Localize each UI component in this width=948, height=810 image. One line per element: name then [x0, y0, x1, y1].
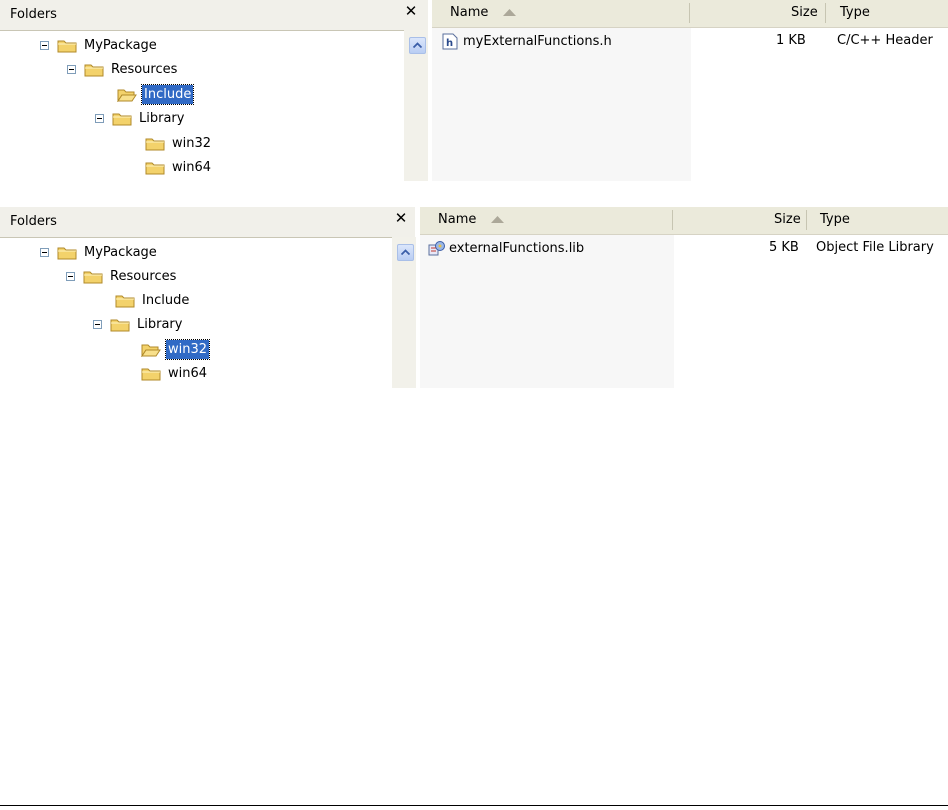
tree-label: Resources — [110, 268, 177, 284]
folders-title: Folders — [10, 7, 57, 22]
folders-pane-header: Folders ✕ — [0, 0, 428, 31]
tree-label: win64 — [172, 159, 212, 175]
folder-icon — [83, 269, 103, 284]
tree-item-mypackage[interactable]: MyPackage — [40, 241, 159, 263]
tree-label-selected: Include — [140, 83, 195, 105]
tree-label-selected: win32 — [164, 338, 211, 360]
collapse-icon[interactable] — [67, 64, 76, 74]
tree-label: MyPackage — [84, 244, 157, 260]
folder-icon — [84, 62, 104, 77]
tree-item-win32[interactable]: win32 — [145, 132, 213, 154]
tree-item-resources[interactable]: Resources — [66, 265, 178, 287]
file-size: 1 KB — [776, 33, 806, 48]
scroll-up-button[interactable] — [409, 37, 426, 54]
folder-icon — [145, 136, 165, 151]
list-header: Name Size Type — [420, 207, 948, 235]
folder-icon — [115, 293, 135, 308]
column-divider[interactable] — [672, 210, 673, 230]
scroll-up-button[interactable] — [397, 244, 414, 261]
bottom-divider — [0, 805, 948, 806]
folder-tree: MyPackage Resources Include Library win3… — [0, 238, 392, 388]
folder-icon — [112, 111, 132, 126]
column-divider[interactable] — [825, 3, 826, 23]
folders-pane-header: Folders ✕ — [0, 207, 415, 238]
tree-label: Library — [137, 316, 183, 332]
chevron-up-icon — [401, 249, 410, 255]
tree-item-win64[interactable]: win64 — [141, 362, 209, 384]
folder-icon — [110, 317, 130, 332]
collapse-icon[interactable] — [40, 40, 49, 50]
folder-icon — [57, 38, 77, 53]
folder-tree: MyPackage Resources Include Library win3… — [0, 31, 404, 181]
folders-title: Folders — [10, 214, 57, 229]
svg-text:h: h — [446, 38, 453, 49]
header-file-icon: h — [442, 33, 458, 50]
column-header-name[interactable]: Name — [438, 212, 504, 227]
column-header-type[interactable]: Type — [840, 5, 870, 20]
file-name: externalFunctions.lib — [449, 240, 585, 256]
sort-ascending-icon — [502, 9, 516, 16]
tree-item-include[interactable]: Include — [117, 83, 195, 105]
column-header-name[interactable]: Name — [450, 5, 516, 20]
tree-item-win32[interactable]: win32 — [141, 338, 211, 360]
file-size: 5 KB — [769, 240, 799, 255]
tree-label: Resources — [111, 61, 178, 77]
column-divider[interactable] — [806, 210, 807, 230]
tree-label: Include — [142, 292, 190, 308]
close-folders-button[interactable]: ✕ — [403, 3, 419, 19]
collapse-icon[interactable] — [40, 247, 49, 257]
file-row[interactable]: h myExternalFunctions.h — [442, 31, 612, 51]
folder-icon — [145, 160, 165, 175]
collapse-icon[interactable] — [95, 113, 104, 123]
folder-open-icon — [141, 342, 161, 357]
column-header-type[interactable]: Type — [820, 212, 850, 227]
folder-open-icon — [117, 87, 137, 102]
tree-item-resources[interactable]: Resources — [67, 58, 179, 80]
file-name: myExternalFunctions.h — [463, 33, 612, 49]
column-name-label: Name — [438, 212, 477, 227]
column-header-size[interactable]: Size — [791, 5, 818, 20]
explorer-panel-win32: Folders ✕ MyPackage Resources Include Li… — [0, 207, 948, 388]
tree-item-mypackage[interactable]: MyPackage — [40, 34, 159, 56]
collapse-icon[interactable] — [93, 319, 102, 329]
tree-label: MyPackage — [84, 37, 157, 53]
column-name-label: Name — [450, 5, 489, 20]
file-type: Object File Library — [816, 240, 934, 255]
folder-icon — [57, 245, 77, 260]
explorer-panel-include: Folders ✕ MyPackage Resources Include Li… — [0, 0, 948, 181]
tree-item-win64[interactable]: win64 — [145, 156, 213, 178]
tree-item-library[interactable]: Library — [95, 107, 186, 129]
sort-ascending-icon — [490, 216, 504, 223]
tree-item-library[interactable]: Library — [93, 313, 184, 335]
folder-icon — [141, 366, 161, 381]
column-header-size[interactable]: Size — [774, 212, 801, 227]
tree-label: win64 — [168, 365, 208, 381]
tree-scrollbar[interactable] — [392, 237, 416, 388]
file-type: C/C++ Header — [837, 33, 933, 48]
tree-label: win32 — [172, 135, 212, 151]
list-header: Name Size Type — [432, 0, 948, 28]
tree-label: Library — [139, 110, 185, 126]
tree-scrollbar[interactable] — [404, 30, 428, 181]
file-row[interactable]: externalFunctions.lib — [428, 238, 584, 258]
chevron-up-icon — [413, 42, 422, 48]
collapse-icon[interactable] — [66, 271, 75, 281]
library-file-icon — [428, 240, 445, 257]
tree-item-include[interactable]: Include — [115, 289, 191, 311]
column-divider[interactable] — [689, 3, 690, 23]
close-folders-button[interactable]: ✕ — [393, 210, 409, 226]
